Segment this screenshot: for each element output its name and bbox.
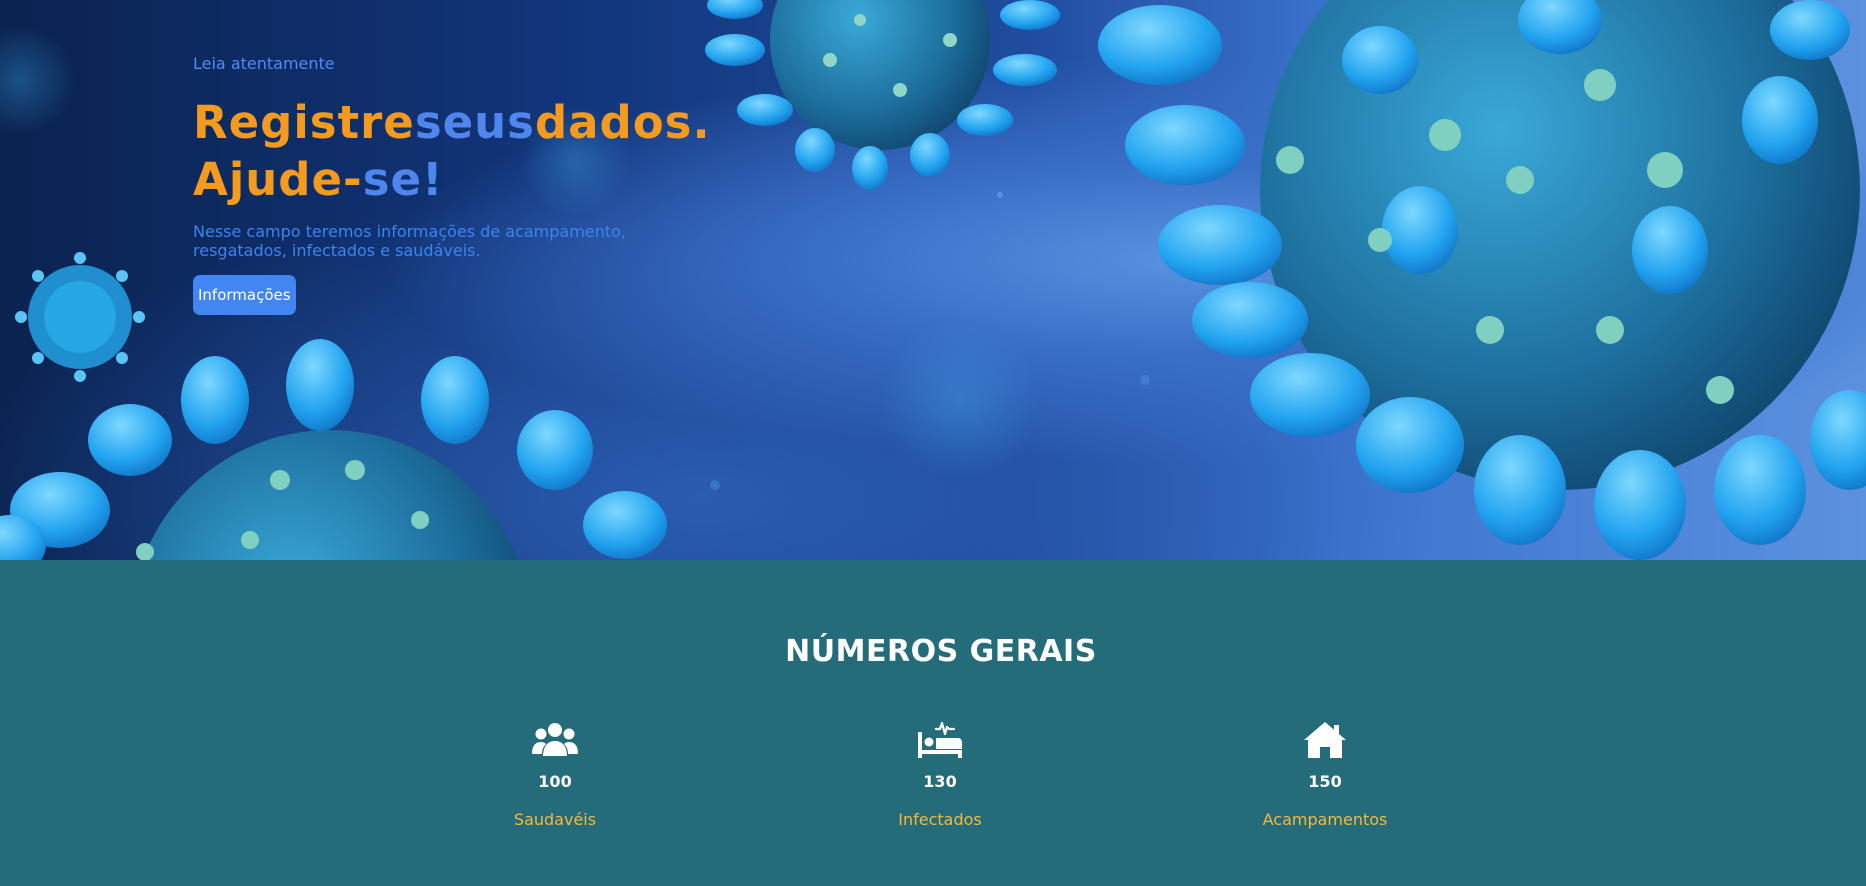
headline-word-dados: dados. bbox=[534, 96, 711, 149]
page: Leia atentamente Registreseusdados. Ajud… bbox=[0, 0, 1866, 886]
info-button[interactable]: Informações bbox=[193, 275, 296, 315]
stat-value: 150 bbox=[1308, 772, 1342, 791]
headline-word-registre: Registre bbox=[193, 96, 415, 149]
stat-value: 100 bbox=[538, 772, 572, 791]
hero-content: Leia atentamente Registreseusdados. Ajud… bbox=[193, 52, 753, 315]
stat-infected: 130 Infectados bbox=[810, 720, 1070, 830]
users-icon bbox=[532, 723, 578, 756]
headline-word-ajude: Ajude- bbox=[193, 153, 363, 206]
stat-healthy: 100 Saudavéis bbox=[425, 720, 685, 830]
stat-value: 130 bbox=[923, 772, 957, 791]
stat-label: Infectados bbox=[898, 810, 982, 829]
hero-eyebrow: Leia atentamente bbox=[193, 54, 335, 73]
headline-word-se: se! bbox=[362, 153, 444, 206]
general-numbers-section: NÚMEROS GERAIS 100 Saudavéis 130 Infecta… bbox=[0, 560, 1866, 886]
home-icon bbox=[1304, 722, 1346, 758]
hero-banner: Leia atentamente Registreseusdados. Ajud… bbox=[0, 0, 1866, 560]
headline-word-seus: seus bbox=[414, 96, 535, 149]
stat-label: Acampamentos bbox=[1262, 810, 1388, 829]
hero-headline: Registreseusdados. Ajude-se! bbox=[193, 94, 753, 208]
hero-description: Nesse campo teremos informações de acamp… bbox=[193, 222, 626, 260]
section-title: NÚMEROS GERAIS bbox=[785, 634, 1097, 669]
hospital-bed-icon bbox=[918, 721, 962, 758]
stat-label: Saudavéis bbox=[513, 810, 597, 829]
stat-camps: 150 Acampamentos bbox=[1195, 720, 1455, 830]
